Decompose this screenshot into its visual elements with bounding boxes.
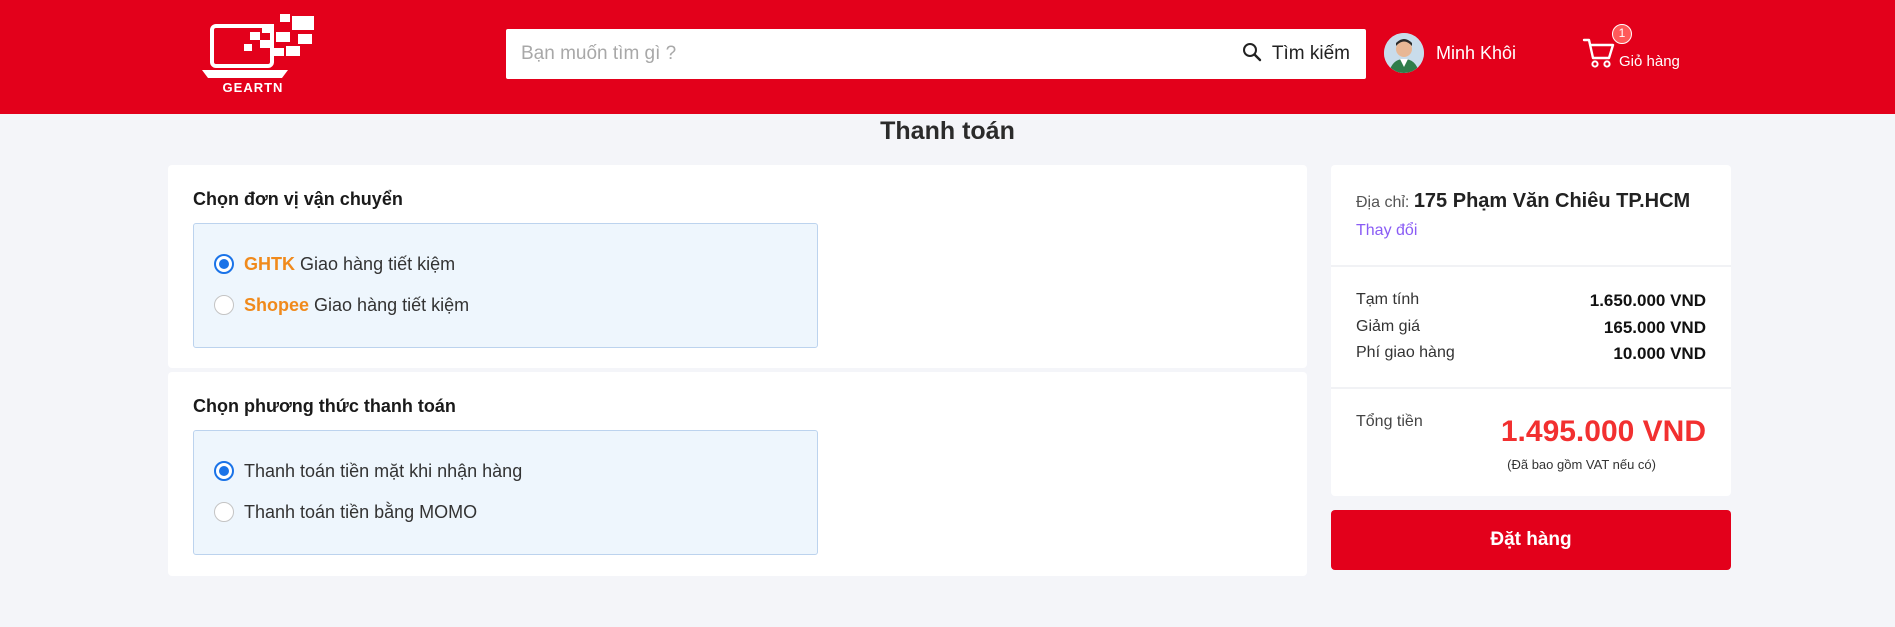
cart-label: Giỏ hàng xyxy=(1619,53,1680,70)
total-value: 1.495.000 VND xyxy=(1500,415,1706,448)
discount-row: Giảm giá 165.000 VND xyxy=(1356,318,1706,338)
place-order-button[interactable]: Đặt hàng xyxy=(1331,510,1731,570)
change-address-link[interactable]: Thay đổi xyxy=(1356,222,1417,240)
shipping-title: Chọn đơn vị vận chuyển xyxy=(193,189,403,209)
page-title: Thanh toán xyxy=(880,117,1015,145)
subtotal-value: 1.650.000 VND xyxy=(1589,291,1706,310)
shipping-address: Địa chỉ: 175 Phạm Văn Chiêu TP.HCM xyxy=(1356,190,1690,213)
search-button-label: Tìm kiếm xyxy=(1271,43,1350,64)
payment-title: Chọn phương thức thanh toán xyxy=(193,396,456,416)
avatar xyxy=(1384,33,1424,73)
vat-note: (Đã bao gồm VAT nếu có) xyxy=(1507,457,1656,472)
payment-option-cod[interactable]: Thanh toán tiền mặt khi nhận hàng xyxy=(214,459,522,483)
geartn-logo[interactable]: GEARTN xyxy=(200,12,326,98)
discount-value: 165.000 VND xyxy=(1603,318,1706,337)
subtotal-label: Tạm tính xyxy=(1356,291,1420,308)
payment-option-momo[interactable]: Thanh toán tiền bằng MOMO xyxy=(214,500,477,524)
shipping-fee-value: 10.000 VND xyxy=(1613,344,1706,363)
payment-panel: Chọn phương thức thanh toán Thanh toán t… xyxy=(168,372,1307,576)
shipping-label: Giao hàng tiết kiệm xyxy=(300,253,456,274)
shipping-label: Giao hàng tiết kiệm xyxy=(314,294,470,315)
shipping-panel: Chọn đơn vị vận chuyển GHTK Giao hàng ti… xyxy=(168,165,1307,368)
shipping-fee-row: Phí giao hàng 10.000 VND xyxy=(1356,344,1706,364)
user-name: Minh Khôi xyxy=(1436,42,1517,63)
divider xyxy=(1331,387,1731,389)
radio-unselected[interactable] xyxy=(214,295,234,315)
shipping-option-ghtk[interactable]: GHTK Giao hàng tiết kiệm xyxy=(214,252,455,276)
cart-button[interactable]: 1 Giỏ hàng xyxy=(1582,24,1692,74)
radio-selected[interactable] xyxy=(214,461,234,481)
address-label: Địa chỉ: xyxy=(1356,194,1410,211)
radio-selected[interactable] xyxy=(214,254,234,274)
divider xyxy=(1331,265,1731,267)
payment-options: Thanh toán tiền mặt khi nhận hàng Thanh … xyxy=(193,430,818,555)
shipping-brand: GHTK xyxy=(244,253,295,274)
site-header: GEARTN Tìm kiếm Minh Khôi 1 Giỏ xyxy=(0,0,1895,114)
payment-label: Thanh toán tiền bằng MOMO xyxy=(244,501,478,522)
shipping-fee-label: Phí giao hàng xyxy=(1356,344,1455,361)
search-icon xyxy=(1242,42,1262,67)
cart-count-badge: 1 xyxy=(1612,24,1632,44)
user-account[interactable]: Minh Khôi xyxy=(1384,33,1516,73)
total-label: Tổng tiền xyxy=(1356,413,1423,430)
shipping-brand: Shopee xyxy=(244,294,310,315)
search-button[interactable]: Tìm kiếm xyxy=(1242,29,1350,79)
search-input[interactable] xyxy=(506,29,1206,79)
subtotal-row: Tạm tính 1.650.000 VND xyxy=(1356,291,1706,311)
payment-label: Thanh toán tiền mặt khi nhận hàng xyxy=(244,460,523,481)
search-bar: Tìm kiếm xyxy=(506,29,1366,79)
shipping-options: GHTK Giao hàng tiết kiệm Shopee Giao hàn… xyxy=(193,223,818,348)
discount-label: Giảm giá xyxy=(1356,318,1421,335)
shipping-option-shopee[interactable]: Shopee Giao hàng tiết kiệm xyxy=(214,293,469,317)
radio-unselected[interactable] xyxy=(214,502,234,522)
address-value: 175 Phạm Văn Chiêu TP.HCM xyxy=(1413,190,1691,212)
cart-icon xyxy=(1582,36,1616,75)
logo-text: GEARTN xyxy=(223,80,284,95)
order-summary: Địa chỉ: 175 Phạm Văn Chiêu TP.HCM Thay … xyxy=(1331,165,1731,496)
